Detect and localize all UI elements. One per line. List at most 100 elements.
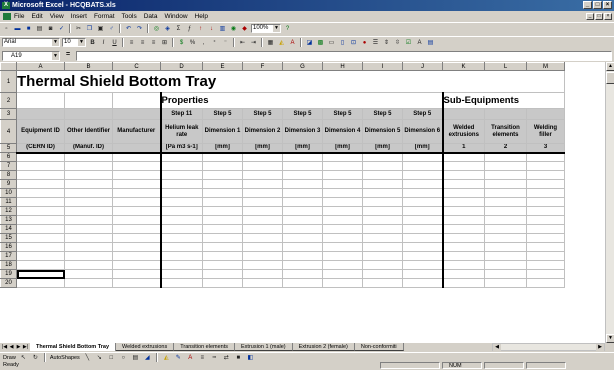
oval-icon[interactable]: ○ bbox=[118, 353, 128, 362]
hyperlink-icon[interactable]: ◎ bbox=[152, 24, 161, 33]
cell[interactable] bbox=[526, 251, 565, 261]
decrease-indent-icon[interactable]: ⇤ bbox=[238, 38, 247, 47]
undo-icon[interactable]: ↶ bbox=[124, 24, 133, 33]
chart-icon[interactable]: ◪ bbox=[305, 38, 314, 47]
cell[interactable] bbox=[484, 215, 527, 225]
cell[interactable] bbox=[526, 188, 565, 198]
header-other-identifier[interactable]: Other Identifier bbox=[64, 119, 113, 144]
row-header[interactable]: 18 bbox=[0, 260, 17, 270]
cell[interactable] bbox=[362, 152, 403, 162]
sort-ascending-icon[interactable]: ↑ bbox=[196, 24, 205, 33]
cell[interactable] bbox=[64, 260, 113, 270]
cell[interactable] bbox=[112, 179, 162, 189]
sheet-tab-transition-elements[interactable]: Transition elements bbox=[174, 343, 235, 351]
cell[interactable] bbox=[362, 170, 403, 180]
column-header-c[interactable]: C bbox=[112, 62, 161, 71]
row-header[interactable]: 12 bbox=[0, 206, 17, 216]
cell[interactable] bbox=[16, 188, 65, 198]
cell[interactable] bbox=[16, 206, 65, 216]
chevron-down-icon[interactable]: ▼ bbox=[78, 39, 85, 46]
autoshapes-menu-button[interactable]: AutoShapes bbox=[50, 355, 80, 361]
cell[interactable] bbox=[16, 152, 65, 162]
horizontal-scrollbar[interactable]: ◀ ▶ bbox=[492, 343, 605, 351]
font-color-icon[interactable]: A bbox=[288, 38, 297, 47]
cell[interactable] bbox=[112, 197, 162, 207]
row-header[interactable]: 14 bbox=[0, 224, 17, 234]
merge-center-icon[interactable]: ⊞ bbox=[160, 38, 169, 47]
cell[interactable] bbox=[526, 215, 565, 225]
scroll-left-icon[interactable]: ◀ bbox=[493, 344, 501, 351]
column-header-a[interactable]: A bbox=[16, 62, 65, 71]
cell[interactable] bbox=[484, 269, 527, 279]
text-box-icon[interactable]: ▤ bbox=[130, 353, 140, 362]
chart-wizard-icon[interactable]: ▥ bbox=[218, 24, 227, 33]
cell[interactable] bbox=[442, 269, 485, 279]
sheet-tab-thermal-shield-bottom-tray[interactable]: Thermal Shield Bottom Tray bbox=[30, 343, 117, 351]
cell[interactable] bbox=[322, 269, 363, 279]
menu-file[interactable]: File bbox=[14, 11, 24, 22]
cell[interactable] bbox=[64, 179, 113, 189]
step-cell[interactable]: Step 5 bbox=[402, 108, 444, 120]
comma-style-icon[interactable]: , bbox=[199, 38, 208, 47]
step-cell[interactable]: Step 11 bbox=[160, 108, 203, 120]
font-name-select[interactable]: Arial ▼ bbox=[2, 38, 60, 47]
cell[interactable] bbox=[64, 152, 113, 162]
cell[interactable] bbox=[242, 161, 283, 171]
borders-icon[interactable]: ▦ bbox=[266, 38, 275, 47]
cell[interactable] bbox=[16, 278, 65, 288]
cell[interactable] bbox=[282, 215, 323, 225]
cell[interactable] bbox=[202, 251, 243, 261]
cell[interactable] bbox=[16, 108, 65, 120]
cell[interactable] bbox=[242, 197, 283, 207]
sub-index-2[interactable]: 2 bbox=[484, 143, 527, 154]
unit-dimension-5[interactable]: [mm] bbox=[362, 143, 403, 154]
row-header[interactable]: 2 bbox=[0, 92, 17, 109]
cell[interactable] bbox=[160, 188, 203, 198]
cell[interactable] bbox=[484, 224, 527, 234]
cell[interactable] bbox=[242, 251, 283, 261]
fill-color-icon[interactable]: ◭ bbox=[277, 38, 286, 47]
cell[interactable] bbox=[362, 260, 403, 270]
cell[interactable] bbox=[362, 233, 403, 243]
select-objects-icon[interactable]: ↖ bbox=[18, 353, 28, 362]
properties-icon[interactable]: ▤ bbox=[426, 38, 435, 47]
cell[interactable] bbox=[160, 170, 203, 180]
font-color-icon[interactable]: A bbox=[185, 353, 195, 362]
cell[interactable] bbox=[16, 242, 65, 252]
cell[interactable] bbox=[202, 161, 243, 171]
autosum-icon[interactable]: Σ bbox=[174, 24, 183, 33]
chevron-down-icon[interactable]: ▼ bbox=[52, 39, 59, 46]
header-dimension-4[interactable]: Dimension 4 bbox=[322, 119, 363, 144]
unit-dimension-6[interactable]: [mm] bbox=[402, 143, 444, 154]
cell[interactable] bbox=[402, 278, 444, 288]
cell[interactable] bbox=[282, 152, 323, 162]
combo-box-icon[interactable]: ⊡ bbox=[349, 38, 358, 47]
row-header[interactable]: 19 bbox=[0, 269, 17, 279]
minimize-button[interactable]: _ bbox=[583, 1, 592, 9]
step-cell[interactable]: Step 5 bbox=[242, 108, 283, 120]
step-cell[interactable]: Step 5 bbox=[322, 108, 363, 120]
cell[interactable] bbox=[242, 215, 283, 225]
cell[interactable] bbox=[484, 179, 527, 189]
cell[interactable] bbox=[526, 108, 565, 120]
cell[interactable] bbox=[442, 152, 485, 162]
cell[interactable] bbox=[442, 233, 485, 243]
cell[interactable] bbox=[282, 197, 323, 207]
cell[interactable] bbox=[362, 215, 403, 225]
last-sheet-icon[interactable]: ▶| bbox=[22, 343, 29, 351]
cell[interactable] bbox=[242, 242, 283, 252]
cell[interactable] bbox=[112, 161, 162, 171]
column-header-e[interactable]: E bbox=[202, 62, 243, 71]
percent-icon[interactable]: % bbox=[188, 38, 197, 47]
column-header-g[interactable]: G bbox=[282, 62, 323, 71]
row-header[interactable]: 9 bbox=[0, 179, 17, 189]
scroll-right-icon[interactable]: ▶ bbox=[596, 344, 604, 351]
cell[interactable] bbox=[484, 188, 527, 198]
row-header[interactable]: 6 bbox=[0, 152, 17, 162]
header-dimension-3[interactable]: Dimension 3 bbox=[282, 119, 323, 144]
chevron-down-icon[interactable]: ▼ bbox=[273, 25, 280, 32]
cell[interactable] bbox=[402, 188, 444, 198]
line-style-icon[interactable]: ≡ bbox=[197, 353, 207, 362]
cell[interactable] bbox=[362, 188, 403, 198]
cell[interactable] bbox=[160, 215, 203, 225]
